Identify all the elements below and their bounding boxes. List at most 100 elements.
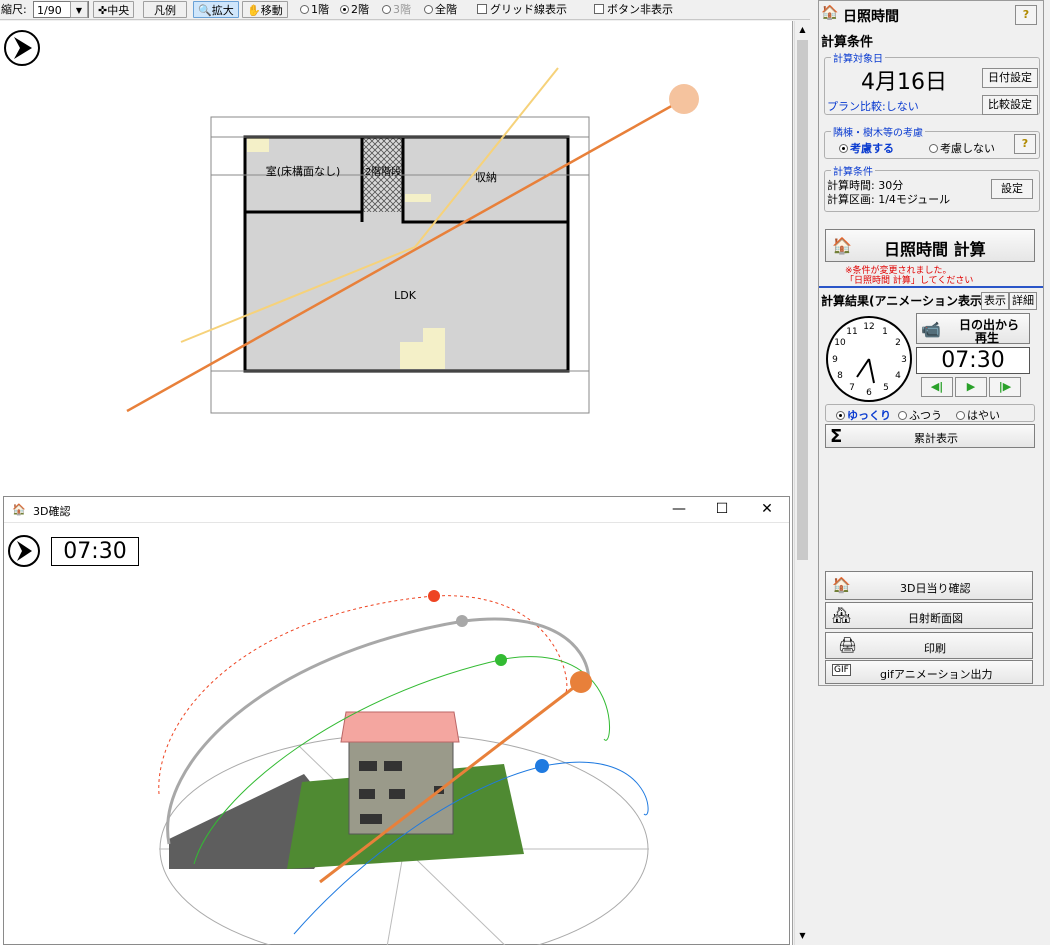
cumulative-label: 累計表示: [914, 432, 958, 445]
sun-marker-today: [456, 615, 468, 627]
north-arrow-icon: [8, 535, 40, 567]
step-forward-button[interactable]: |▶: [989, 377, 1021, 397]
calculate-label: 日照時間 計算: [884, 240, 986, 259]
scale-value: 1/90: [37, 4, 62, 17]
panel-title: 日照時間: [843, 9, 899, 25]
room-label-ldk: LDK: [394, 289, 417, 302]
floor3-radio[interactable]: 3階: [382, 1, 411, 18]
chevron-down-icon[interactable]: ▼: [70, 1, 88, 18]
3d-sun-check-label: 3D日当り確認: [900, 582, 971, 595]
legend-button[interactable]: 凡例: [143, 1, 187, 18]
svg-text:1: 1: [882, 327, 888, 337]
room-label-storage: 収納: [475, 171, 497, 184]
svg-text:10: 10: [834, 338, 846, 348]
not-consider-radio[interactable]: 考慮しない: [929, 140, 995, 156]
sunlit-cells: [423, 328, 445, 342]
center-button[interactable]: ✜中央: [93, 1, 135, 18]
gif-export-button[interactable]: GIF gifアニメーション出力: [825, 660, 1033, 684]
warning-line2: 「日照時間 計算」してください: [845, 276, 974, 286]
house-icon: 🏠: [832, 576, 851, 594]
sun-icon: [570, 671, 592, 693]
sun-marker-summer: [428, 590, 440, 602]
display-button[interactable]: 表示: [981, 292, 1009, 310]
scale-label: 縮尺:: [1, 3, 27, 16]
time-display: 07:30: [916, 347, 1030, 374]
scroll-down-icon[interactable]: ▼: [797, 930, 808, 942]
zoom-button[interactable]: 🔍拡大: [193, 1, 239, 18]
floor2-radio[interactable]: 2階: [340, 1, 369, 18]
calc-area-text: 計算区画: 1/4モジュール: [827, 193, 951, 206]
play-label-line2: 再生: [975, 331, 1000, 345]
scroll-thumb[interactable]: [797, 40, 808, 560]
svg-text:5: 5: [883, 383, 889, 393]
printer-icon: 🖨: [838, 636, 858, 654]
svg-text:3: 3: [901, 355, 907, 365]
print-button[interactable]: 🖨 印刷: [825, 632, 1033, 659]
clock-icon: 12 12 345 678 91011: [826, 316, 912, 402]
scroll-up-icon[interactable]: ▲: [797, 24, 808, 36]
grid-checkbox[interactable]: グリッド線表示: [477, 1, 567, 18]
svg-text:6: 6: [866, 388, 872, 398]
calc-settings-group: 計算条件 計算時間: 30分 計算区画: 1/4モジュール 設定: [824, 163, 1040, 212]
gif-icon: GIF: [832, 664, 851, 676]
north-arrow-icon: [4, 30, 40, 66]
room-label-shitsu: 室(床構面なし): [266, 164, 341, 178]
play-from-sunrise-button[interactable]: 📹 日の出から 再生: [916, 313, 1030, 345]
date-settings-button[interactable]: 日付設定: [982, 68, 1038, 88]
maximize-button[interactable]: ☐: [707, 501, 737, 517]
3d-scene-canvas[interactable]: [4, 524, 789, 945]
house-model: [340, 711, 460, 835]
sigma-icon: Σ: [830, 426, 843, 447]
window-title: 3D確認: [33, 505, 71, 518]
calc-conditions-heading: 計算条件: [821, 35, 874, 50]
floor1-radio[interactable]: 1階: [300, 1, 329, 18]
settings-button[interactable]: 設定: [991, 179, 1033, 199]
play-button[interactable]: ▶: [955, 377, 987, 397]
sunlit-cells: [247, 138, 269, 152]
hide-buttons-checkbox[interactable]: ボタン非表示: [594, 1, 673, 18]
window-titlebar[interactable]: 🏠 3D確認 — ☐ ✕: [4, 497, 789, 523]
toolbar: 縮尺: 1/90 ▼ ✜中央 凡例 🔍拡大 ✋移動 1階 2階 3階 全階 グリ…: [0, 0, 810, 20]
room-label-stairs: 2階階段: [365, 165, 401, 178]
magnifier-icon: 🔍: [198, 4, 212, 17]
cumulative-button[interactable]: Σ 累計表示: [825, 424, 1035, 448]
sun-marker-winter: [535, 759, 549, 773]
hand-icon: ✋: [247, 4, 261, 17]
consider-radio[interactable]: 考慮する: [839, 140, 894, 156]
speed-slow-radio[interactable]: ゆっくり: [836, 407, 891, 423]
detail-button[interactable]: 詳細: [1009, 292, 1037, 310]
step-back-button[interactable]: ◀|: [921, 377, 953, 397]
calculate-button[interactable]: 🏠 日照時間 計算: [825, 229, 1035, 262]
sun-icon: [669, 84, 699, 114]
sun-section-button[interactable]: 🏘 日射断面図: [825, 602, 1033, 629]
gif-export-label: gifアニメーション出力: [880, 668, 993, 681]
3d-sun-check-button[interactable]: 🏠 3D日当り確認: [825, 571, 1033, 600]
house-icon: 🏠: [12, 503, 26, 516]
compare-settings-button[interactable]: 比較設定: [982, 95, 1038, 115]
neighbor-help-button[interactable]: ?: [1014, 134, 1036, 154]
3d-view-window: 🏠 3D確認 — ☐ ✕ 07:30: [3, 496, 790, 945]
help-button[interactable]: ?: [1015, 5, 1037, 25]
svg-text:11: 11: [846, 327, 857, 337]
svg-text:12: 12: [863, 322, 874, 332]
sunlit-cells: [400, 342, 445, 369]
svg-text:2: 2: [895, 338, 901, 348]
svg-text:8: 8: [837, 371, 843, 381]
print-label: 印刷: [924, 642, 946, 655]
speed-normal-radio[interactable]: ふつう: [898, 407, 942, 423]
3d-time-display: 07:30: [51, 537, 139, 566]
speed-group: ゆっくり ふつう はやい: [825, 404, 1035, 422]
minimize-button[interactable]: —: [664, 501, 694, 517]
calc-settings-label: 計算条件: [831, 163, 875, 178]
speed-fast-radio[interactable]: はやい: [956, 407, 1000, 423]
section-icon: 🏘: [832, 606, 852, 624]
target-date-label: 計算対象日: [831, 50, 885, 65]
crosshair-icon: ✜: [98, 4, 108, 17]
plan-compare-text: プラン比較:しない: [827, 100, 919, 113]
floor-all-radio[interactable]: 全階: [424, 1, 457, 18]
close-button[interactable]: ✕: [752, 501, 782, 517]
svg-text:4: 4: [895, 371, 901, 381]
neighbor-group: 隣棟・樹木等の考慮 考慮する 考慮しない ?: [824, 124, 1040, 159]
move-button[interactable]: ✋移動: [242, 1, 288, 18]
sun-house-icon: 🏠: [832, 236, 852, 255]
